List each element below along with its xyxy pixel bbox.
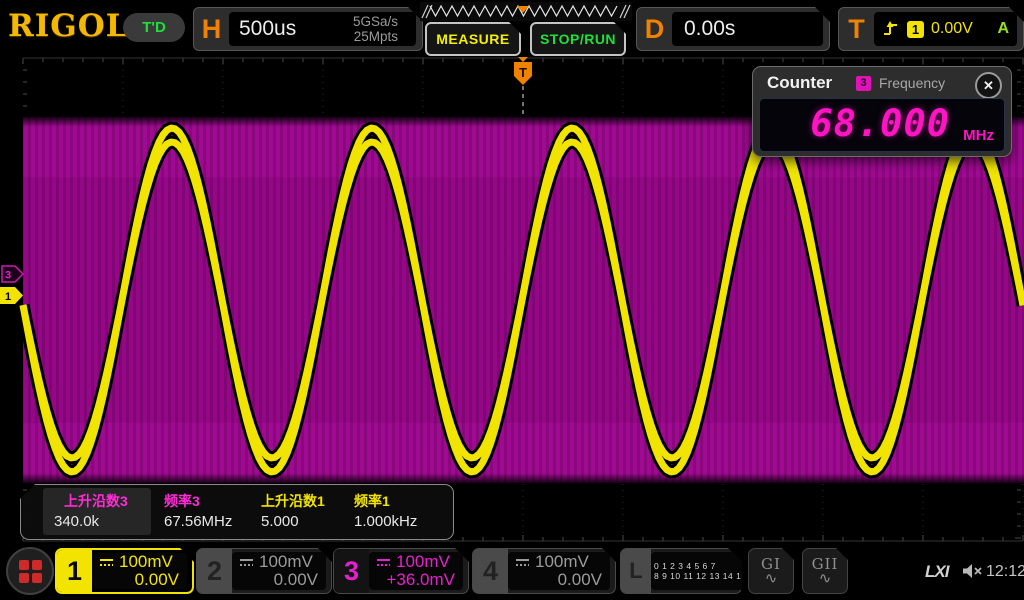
- generator-2-button[interactable]: GII ∿: [802, 548, 848, 594]
- trigger-settings-button[interactable]: T 1 0.00V A: [838, 7, 1024, 51]
- trigger-status-badge: T'D: [123, 13, 185, 42]
- measure-button[interactable]: MEASURE: [425, 22, 521, 56]
- timebase-value: 500us: [239, 17, 297, 40]
- measurement-label[interactable]: 频率1: [354, 491, 390, 511]
- svg-text:T: T: [519, 65, 527, 80]
- counter-measure-type: Frequency: [879, 75, 946, 91]
- logic-label: L: [621, 549, 651, 593]
- logic-channels-row1: 0 1 2 3 4 5 6 7: [654, 561, 716, 571]
- oscilloscope-screen: 3 1 T RIGOL T'D H 500us 5GSa/s 25Mpts ME…: [0, 0, 1024, 600]
- speaker-muted-icon: [963, 564, 982, 578]
- horizontal-settings-button[interactable]: H 500us 5GSa/s 25Mpts: [193, 7, 423, 51]
- clock: 12:12: [986, 563, 1024, 580]
- logic-analyzer-button[interactable]: L 0 1 2 3 4 5 6 7 8 9 10 11 12 13 14 15: [620, 548, 742, 594]
- memory-waveform-preview[interactable]: [420, 2, 632, 21]
- logic-channels-row2: 8 9 10 11 12 13 14 15: [654, 571, 747, 581]
- horizontal-label: H: [201, 13, 222, 44]
- ch1-level-marker[interactable]: 1: [0, 287, 23, 304]
- dc-coupling-icon: [515, 557, 530, 567]
- measurement-label[interactable]: 上升沿数3: [64, 491, 128, 511]
- counter-title: Counter: [767, 73, 833, 92]
- dc-coupling-icon: [376, 557, 391, 567]
- measurement-value: 340.0k: [54, 513, 100, 530]
- channel-3-scale: 100mV: [396, 552, 450, 571]
- close-icon[interactable]: ✕: [975, 72, 1002, 99]
- delay-label: D: [644, 13, 665, 44]
- counter-panel: Counter 3 Frequency ✕ 68.000 MHz: [752, 66, 1012, 157]
- channel-2-button[interactable]: 2 100mV 0.00V: [196, 548, 332, 594]
- dc-coupling-icon: [99, 557, 114, 567]
- sine-wave-icon: ∿: [818, 570, 832, 587]
- counter-unit: MHz: [963, 127, 994, 144]
- channel-1-button[interactable]: 1 100mV 0.00V: [55, 548, 194, 594]
- menu-grid-icon: [18, 559, 42, 583]
- channel-1-offset: 0.00V: [134, 570, 179, 589]
- trigger-label: T: [848, 13, 865, 44]
- channel-2-scale: 100mV: [259, 552, 313, 571]
- acquisition-info: 5GSa/s 25Mpts: [352, 14, 398, 44]
- delay-value: 0.00s: [684, 17, 736, 40]
- delay-settings-button[interactable]: D 0.00s: [636, 7, 830, 51]
- measurement-label[interactable]: 上升沿数1: [261, 491, 325, 511]
- dc-coupling-icon: [239, 557, 254, 567]
- measurement-value: 5.000: [261, 513, 299, 530]
- channel-status-bar: 1 100mV 0.00V 2 100mV 0.00V 3 100mV +36.…: [0, 545, 1024, 600]
- trigger-sweep-mode: A: [997, 20, 1009, 37]
- channel-3-number: 3: [334, 549, 369, 593]
- channel-4-scale: 100mV: [535, 552, 589, 571]
- trigger-position-marker[interactable]: T: [514, 57, 532, 85]
- counter-source-badge: 3: [856, 76, 871, 91]
- channel-1-scale: 100mV: [119, 552, 173, 571]
- sine-wave-icon: ∿: [764, 570, 778, 587]
- rigol-logo: RIGOL: [8, 8, 129, 44]
- generator-1-button[interactable]: GI ∿: [748, 548, 794, 594]
- counter-value: 68.000: [810, 102, 950, 145]
- menu-button[interactable]: [6, 547, 54, 595]
- channel-4-offset: 0.00V: [557, 570, 602, 589]
- trigger-level-value: 0.00V: [931, 20, 973, 37]
- preview-right-bracket: [619, 4, 631, 19]
- measurement-label[interactable]: 频率3: [164, 491, 200, 511]
- channel-2-number: 2: [197, 549, 232, 593]
- counter-display: 68.000 MHz: [759, 98, 1005, 152]
- svg-text:1: 1: [5, 291, 11, 303]
- measurement-panel: 上升沿数3 340.0k 频率3 67.56MHz 上升沿数1 5.000 频率…: [20, 484, 454, 540]
- channel-2-offset: 0.00V: [273, 570, 318, 589]
- measurement-value: 67.56MHz: [164, 513, 233, 530]
- channel-3-offset: +36.0mV: [386, 570, 455, 589]
- channel-4-number: 4: [473, 549, 508, 593]
- channel-4-button[interactable]: 4 100mV 0.00V: [472, 548, 616, 594]
- channel-1-number: 1: [57, 550, 92, 592]
- rising-edge-icon: [882, 20, 900, 38]
- top-status-bar: RIGOL T'D H 500us 5GSa/s 25Mpts MEASURE …: [0, 0, 1024, 55]
- ch3-level-marker[interactable]: 3: [1, 265, 25, 283]
- svg-text:3: 3: [5, 270, 11, 282]
- channel-3-button[interactable]: 3 100mV +36.0mV: [333, 548, 469, 594]
- trigger-source-badge: 1: [907, 21, 924, 38]
- measurement-value: 1.000kHz: [354, 513, 418, 530]
- stop-run-button[interactable]: STOP/RUN: [530, 22, 626, 56]
- lxi-indicator: LXI: [925, 562, 949, 581]
